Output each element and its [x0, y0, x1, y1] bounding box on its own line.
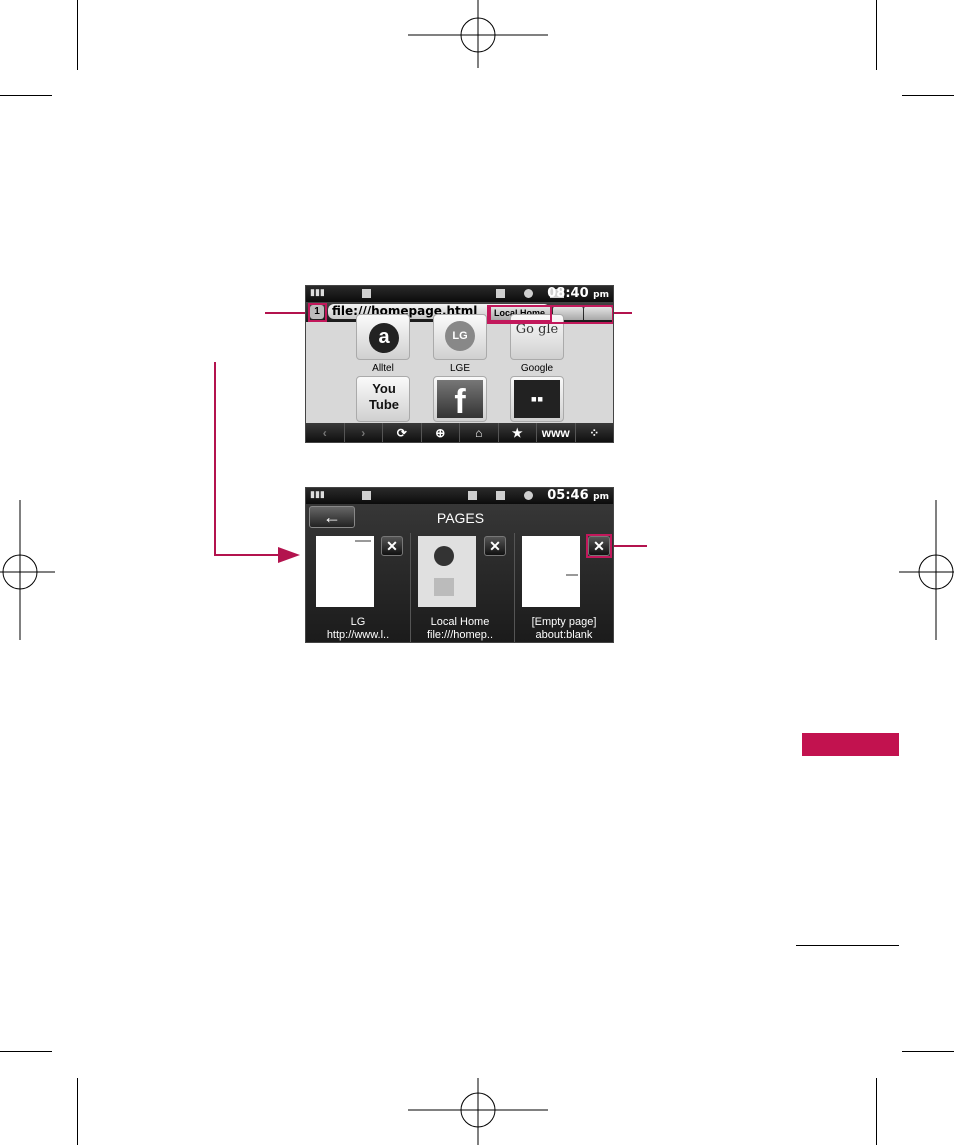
highlight-pages-button	[308, 303, 327, 322]
bookmark-tile-facebook[interactable]: f	[433, 376, 487, 422]
registration-mark-left	[0, 500, 55, 640]
pages-title: PAGES	[436, 510, 485, 526]
status-time: 05:46 pm	[547, 488, 609, 503]
page-label-lg: LG http://www.l..	[306, 616, 410, 642]
sync-icon	[524, 491, 533, 500]
alltel-icon: a	[369, 323, 399, 353]
refresh-button[interactable]: ⟳	[383, 423, 422, 442]
page-url: http://www.l..	[326, 629, 390, 641]
sync-icon	[524, 289, 533, 298]
page-thumbnail-lg[interactable]	[316, 536, 374, 607]
home-button[interactable]: ⌂	[460, 423, 499, 442]
favorites-button[interactable]: ★	[499, 423, 537, 442]
back-button[interactable]: ‹	[306, 423, 345, 442]
data-transfer-icon	[468, 491, 477, 500]
close-page-button[interactable]: ✕	[484, 536, 506, 556]
page-title: LG	[350, 616, 366, 628]
www-button[interactable]: www	[537, 423, 576, 442]
connector-horizontal	[214, 554, 282, 556]
page-label-local-home: Local Home file:///homep..	[408, 616, 512, 642]
status-time: 08:40 pm	[547, 286, 609, 301]
page-thumbnail-empty[interactable]	[522, 536, 580, 607]
tile-label-google: Google	[520, 363, 554, 374]
page-url: file:///homep..	[426, 629, 494, 641]
highlight-active-tab	[489, 305, 552, 322]
pages-screen: ▮▮▮ 05:46 pm ← PAGES ✕ LG http://www.l..…	[305, 487, 614, 643]
bookmark-tile-lge[interactable]: LG	[433, 314, 487, 360]
registration-mark-top	[408, 0, 548, 68]
status-bar: ▮▮▮ 05:46 pm	[306, 488, 613, 504]
arrow-head-icon	[278, 547, 300, 563]
alltel-icon	[434, 546, 454, 566]
facebook-icon: f	[437, 380, 483, 421]
forward-button[interactable]: ›	[345, 423, 383, 442]
thumb-text-line	[566, 574, 578, 576]
tile-label-lge: LGE	[449, 363, 470, 374]
tile-label-alltel: Alltel	[372, 363, 394, 374]
myspace-icon: ▪▪	[514, 380, 560, 418]
thumb-text-line	[355, 540, 371, 542]
browser-toolbar: ‹ › ⟳ ⊕ ⌂ ★ www ⁘	[306, 423, 614, 442]
zoom-button[interactable]: ⊕	[422, 423, 460, 442]
tile-thumb	[434, 578, 454, 596]
page-thumbnail-local-home[interactable]	[418, 536, 476, 607]
close-page-button[interactable]: ✕	[381, 536, 403, 556]
google-icon: Go gle	[515, 322, 559, 337]
menu-button[interactable]: ⁘	[576, 423, 614, 442]
connector-vertical	[214, 362, 216, 556]
status-bar: ▮▮▮ 08:40 pm	[306, 286, 613, 302]
notification-icon	[496, 491, 505, 500]
callout-line-pages	[265, 312, 305, 314]
youtube-icon: You Tube	[368, 381, 400, 412]
signal-icon: ▮▮▮	[310, 489, 325, 499]
browser-screen: ▮▮▮ 08:40 pm 1 file:///homepage.html Loc…	[305, 285, 614, 443]
notification-icon	[496, 289, 505, 298]
callout-line-close	[614, 545, 647, 547]
sim-icon	[362, 491, 371, 500]
bookmark-tile-myspace[interactable]: ▪▪	[510, 376, 564, 422]
signal-icon: ▮▮▮	[310, 287, 325, 297]
registration-mark-right	[899, 500, 954, 640]
footer-rule	[796, 945, 899, 946]
bookmark-tile-youtube[interactable]: You Tube	[356, 376, 410, 422]
page-label-empty: [Empty page] about:blank	[512, 616, 613, 642]
page-url: about:blank	[535, 629, 593, 641]
lge-icon: LG	[445, 321, 475, 351]
highlight-close-button	[586, 534, 612, 558]
callout-line-tabs	[614, 312, 632, 314]
page-title: [Empty page]	[531, 616, 597, 628]
sim-icon	[362, 289, 371, 298]
page-title: Local Home	[430, 616, 490, 628]
registration-mark-bottom	[408, 1078, 548, 1145]
section-tab	[802, 733, 899, 756]
bookmark-tile-alltel[interactable]: a	[356, 314, 410, 360]
